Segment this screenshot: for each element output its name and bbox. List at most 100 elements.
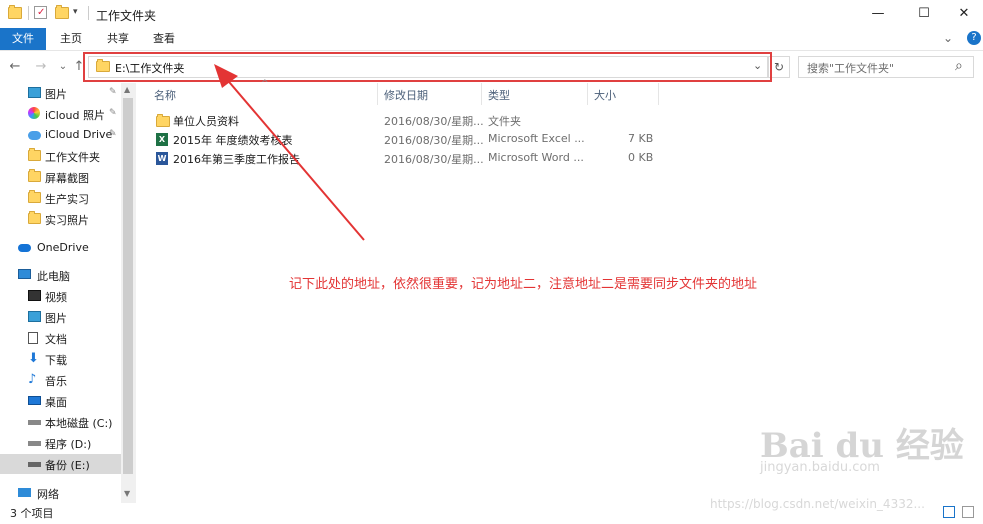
documents-icon [28,332,38,344]
window-title: 工作文件夹 [96,9,157,23]
sidebar-item-internship-photos[interactable]: 实习照片 [0,209,121,229]
folder-icon [156,114,170,127]
search-placeholder: 搜索"工作文件夹" [807,62,895,75]
sidebar-item-label: 音乐 [45,375,67,388]
sidebar-item-label: 本地磁盘 (C:) [45,417,113,430]
computer-icon [18,269,31,279]
large-icons-view-icon[interactable] [962,506,974,518]
sidebar-item-this-pc[interactable]: 此电脑 [0,265,121,285]
help-icon[interactable]: ? [967,31,981,45]
excel-icon: X [156,133,168,146]
sidebar-item-label: 网络 [37,488,59,501]
column-date[interactable]: 修改日期 [384,87,428,103]
sidebar-item-label: iCloud Drive [45,128,113,141]
sidebar-item-label: 实习照片 [45,214,89,227]
sidebar-item-drive-e[interactable]: 备份 (E:) [0,454,121,474]
ribbon-tabs: 文件 主页 共享 查看 ⌄ ? [0,28,983,51]
sidebar-item-label: 图片 [45,312,67,325]
column-divider[interactable] [377,83,378,105]
music-icon: ♪ [28,372,37,387]
sidebar-item-label: 程序 (D:) [45,438,92,451]
sidebar-item-screenshots[interactable]: 屏幕截图 [0,167,121,187]
folder-icon [28,148,41,161]
sort-ascending-icon: ^ [261,79,269,89]
details-view-icon[interactable] [943,506,955,518]
sidebar-item-work-folder[interactable]: 工作文件夹 [0,146,121,166]
navigation-pane: 图片 ✎ iCloud 照片 ✎ iCloud Drive ✎ 工作文件夹 屏幕… [0,83,136,503]
address-highlight-box [83,52,772,82]
folder-icon [28,211,41,224]
column-size[interactable]: 大小 [594,87,616,103]
tab-view[interactable]: 查看 [141,28,187,50]
file-name: 2015年 年度绩效考核表 [173,134,293,147]
column-name[interactable]: 名称 [154,87,176,103]
properties-icon[interactable]: ✓ [34,6,47,19]
navigation-bar: ← → ⌄ ↑ E:\工作文件夹 ⌄ ↻ 搜索"工作文件夹" ⌕ [0,51,983,83]
watermark-url: jingyan.baidu.com [760,460,880,475]
customize-toolbar-icon[interactable]: ▾ [73,7,78,17]
new-folder-icon[interactable] [55,5,69,19]
expand-ribbon-icon[interactable]: ⌄ [943,31,953,45]
sidebar-item-videos[interactable]: 视频 [0,286,121,306]
file-size: 7 KB [628,132,654,145]
sidebar-item-icloud-drive[interactable]: iCloud Drive ✎ [0,125,121,145]
sidebar-item-drive-d[interactable]: 程序 (D:) [0,433,121,453]
separator [88,6,89,20]
drive-icon [28,441,41,446]
file-row[interactable]: W 2016年第三季度工作报告 2016/08/30/星期... Microso… [146,149,666,168]
tab-home[interactable]: 主页 [48,28,94,50]
pin-icon: ✎ [109,108,117,118]
file-size: 0 KB [628,151,654,164]
sidebar-item-label: 桌面 [45,396,67,409]
status-item-count: 3 个项目 [10,507,54,520]
sidebar-item-onedrive[interactable]: OneDrive [0,238,121,258]
sidebar-item-label: 生产实习 [45,193,89,206]
pictures-icon [28,87,41,98]
file-name: 单位人员资料 [173,115,239,128]
search-icon[interactable]: ⌕ [955,58,963,74]
column-divider[interactable] [587,83,588,105]
sidebar-item-downloads[interactable]: ⬇ 下载 [0,349,121,369]
scroll-up-icon[interactable]: ▲ [124,85,130,94]
sidebar-item-desktop[interactable]: 桌面 [0,391,121,411]
file-type: Microsoft Word ... [488,151,584,164]
file-date: 2016/08/30/星期... [384,115,484,128]
column-divider[interactable] [658,83,659,105]
file-name: 2016年第三季度工作报告 [173,153,300,166]
tab-share[interactable]: 共享 [95,28,141,50]
network-icon [18,488,31,497]
minimize-button[interactable]: — [855,0,901,28]
search-input[interactable]: 搜索"工作文件夹" ⌕ [798,56,974,78]
sidebar-item-internship[interactable]: 生产实习 [0,188,121,208]
sidebar-item-music[interactable]: ♪ 音乐 [0,370,121,390]
sidebar-item-drive-c[interactable]: 本地磁盘 (C:) [0,412,121,432]
icloud-drive-icon [28,131,41,140]
onedrive-icon [18,244,31,252]
close-button[interactable]: ✕ [941,0,983,28]
sidebar-item-icloud-photos[interactable]: iCloud 照片 ✎ [0,104,121,124]
file-date: 2016/08/30/星期... [384,134,484,147]
file-row[interactable]: 单位人员资料 2016/08/30/星期... 文件夹 [146,111,666,130]
column-headers: 名称 ^ 修改日期 类型 大小 [146,79,666,105]
sidebar-item-pictures-quick[interactable]: 图片 ✎ [0,83,121,103]
desktop-icon [28,396,41,405]
folder-icon [28,190,41,203]
videos-icon [28,290,41,301]
sidebar-item-pictures[interactable]: 图片 [0,307,121,327]
column-divider[interactable] [481,83,482,105]
forward-button[interactable]: → [32,58,50,76]
sidebar-item-network[interactable]: 网络 [0,483,121,503]
sidebar-item-label: OneDrive [37,241,89,254]
sidebar-item-label: 此电脑 [37,270,70,283]
sidebar-scroll-thumb[interactable] [123,98,133,474]
sidebar-item-documents[interactable]: 文档 [0,328,121,348]
drive-icon [28,420,41,425]
file-row[interactable]: X 2015年 年度绩效考核表 2016/08/30/星期... Microso… [146,130,666,149]
tab-file[interactable]: 文件 [0,28,46,50]
back-button[interactable]: ← [6,58,24,76]
drive-icon [28,462,41,467]
sidebar-item-label: 备份 (E:) [45,459,90,472]
word-icon: W [156,152,168,165]
column-type[interactable]: 类型 [488,87,510,103]
scroll-down-icon[interactable]: ▼ [124,489,130,498]
